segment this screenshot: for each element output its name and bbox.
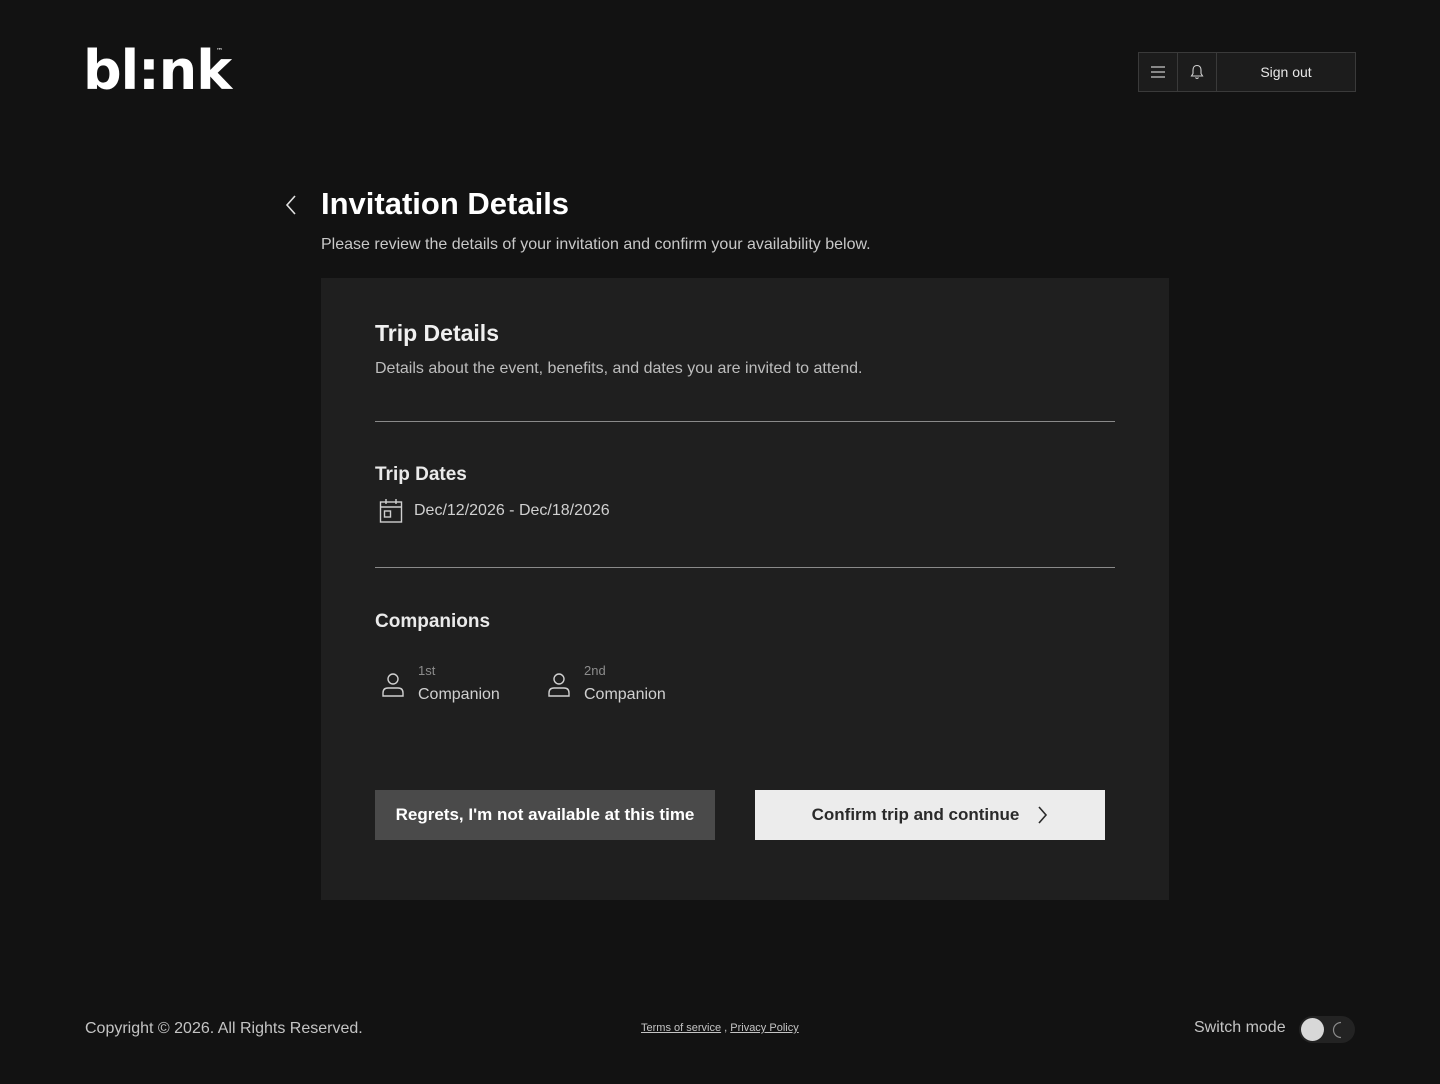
companion-order: 1st — [418, 663, 436, 678]
companion-label: Companion — [584, 686, 666, 703]
companion-order: 2nd — [584, 663, 606, 678]
confirm-trip-button[interactable]: Confirm trip and continue — [755, 790, 1105, 840]
card-title: Trip Details — [375, 320, 499, 346]
companion-item[interactable]: 2nd Companion — [547, 662, 666, 704]
divider — [375, 421, 1115, 422]
user-icon — [548, 673, 570, 697]
companion-label: Companion — [418, 686, 500, 703]
page-subtitle: Please review the details of your invita… — [321, 236, 871, 253]
privacy-link[interactable]: Privacy Policy — [730, 1022, 798, 1034]
bell-icon — [1190, 64, 1204, 80]
switch-mode-label: Switch mode — [1194, 1019, 1286, 1036]
confirm-button-label: Confirm trip and continue — [811, 805, 1020, 824]
card-description: Details about the event, benefits, and d… — [375, 360, 863, 377]
footer-links: Terms of service , Privacy Policy — [641, 1022, 799, 1034]
link-separator: , — [721, 1022, 731, 1034]
trip-dates: Dec/12/2026 - Dec/18/2026 — [379, 498, 610, 524]
divider — [375, 567, 1115, 568]
decline-button-label: Regrets, I'm not available at this time — [395, 805, 695, 824]
terms-link[interactable]: Terms of service — [641, 1022, 721, 1034]
chevron-left-icon — [285, 195, 296, 215]
brand-logo[interactable]: bl:nk ™ — [83, 44, 232, 98]
logo-text: bl:nk — [83, 39, 232, 102]
calendar-icon — [379, 499, 403, 523]
notifications-button[interactable] — [1178, 53, 1217, 91]
trip-dates-heading: Trip Dates — [375, 464, 467, 485]
companion-item[interactable]: 1st Companion — [381, 662, 500, 704]
sign-out-button[interactable]: Sign out — [1217, 53, 1355, 91]
decline-button[interactable]: Regrets, I'm not available at this time — [375, 790, 715, 840]
back-button[interactable] — [281, 193, 301, 217]
menu-icon — [1151, 66, 1165, 78]
page-title: Invitation Details — [321, 186, 570, 221]
trip-dates-range: Dec/12/2026 - Dec/18/2026 — [414, 502, 610, 519]
copyright-text: Copyright © 2026. All Rights Reserved. — [85, 1020, 363, 1037]
trip-details-card: Trip Details Details about the event, be… — [321, 278, 1169, 900]
moon-icon — [1331, 1021, 1345, 1039]
logo-trademark: ™ — [216, 47, 223, 55]
user-icon — [382, 673, 404, 697]
chevron-right-icon — [1038, 806, 1048, 824]
companions-heading: Companions — [375, 611, 491, 632]
theme-toggle[interactable] — [1299, 1016, 1355, 1043]
toggle-knob — [1301, 1018, 1324, 1041]
menu-button[interactable] — [1139, 53, 1178, 91]
header-actions: Sign out — [1138, 52, 1356, 92]
